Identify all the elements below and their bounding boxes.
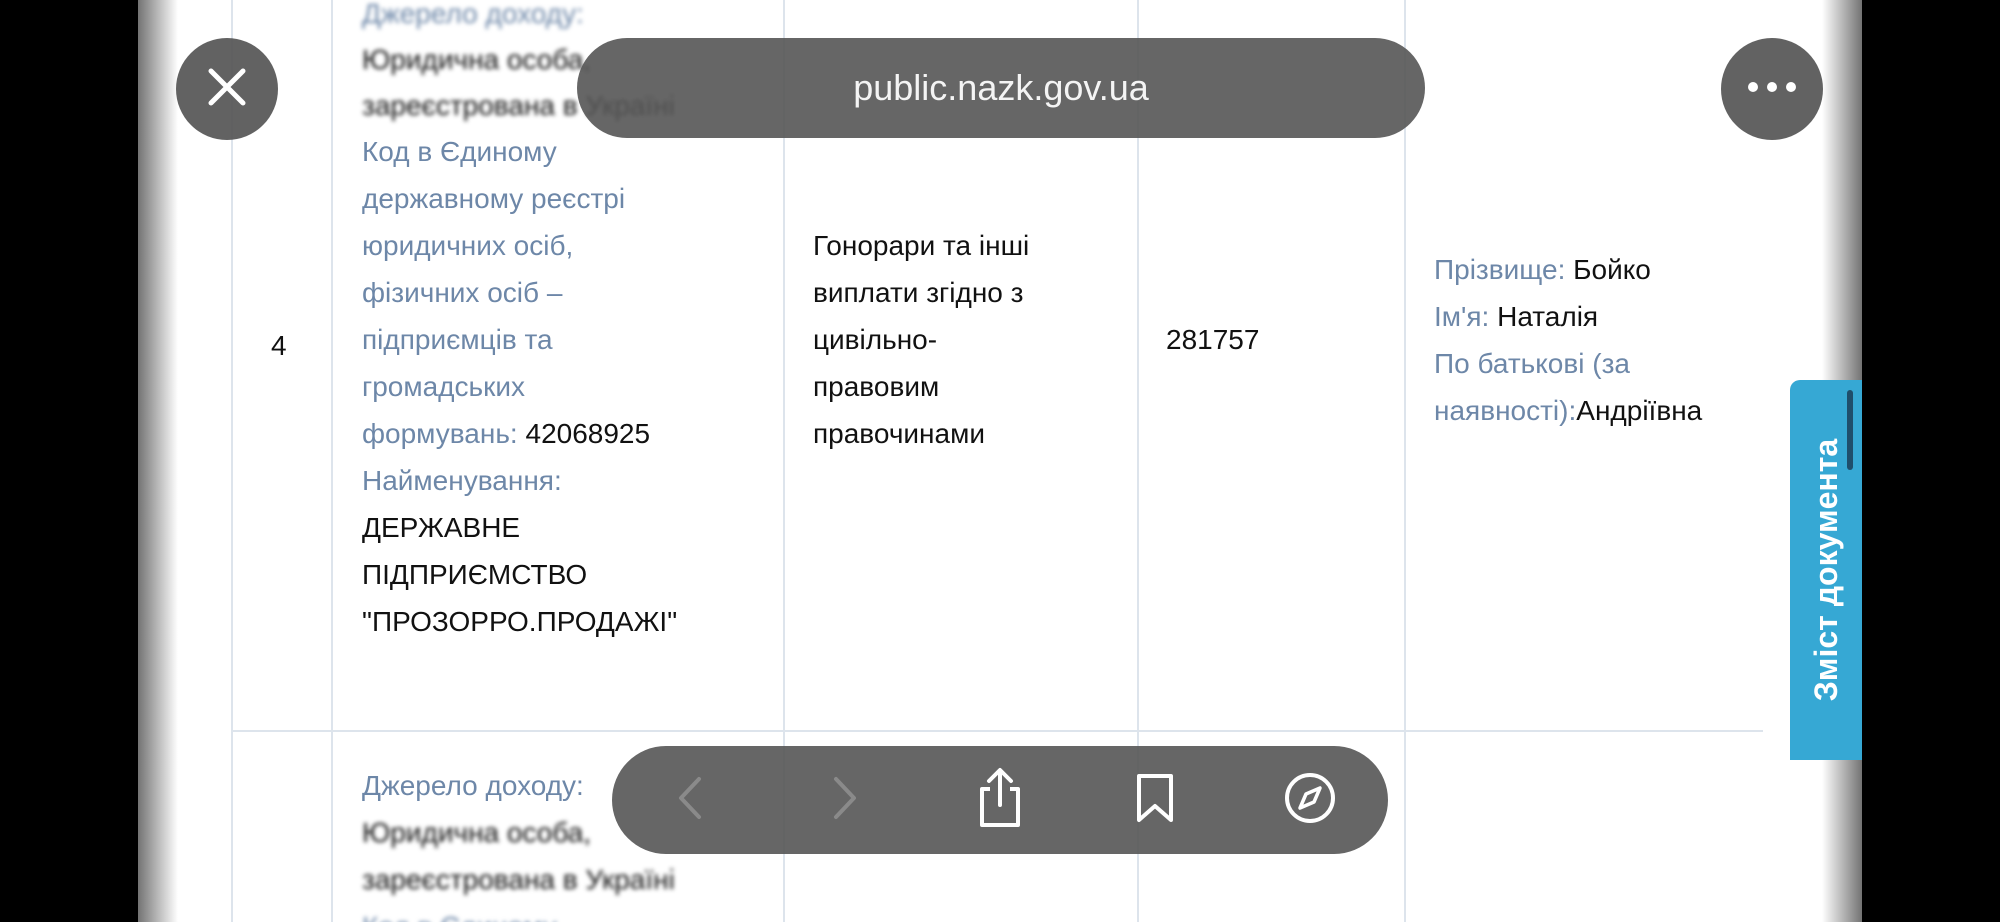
patronymic-line: наявності):Андріївна (1434, 387, 1702, 434)
row-number: 4 (271, 330, 287, 361)
forward-button[interactable] (810, 765, 880, 835)
code-label-line: Код в Єдиному (362, 136, 557, 167)
income-type-line: виплати згідно з (813, 277, 1024, 308)
patronymic-label-end: наявності): (1434, 395, 1577, 426)
bottom-toolbar (612, 746, 1388, 854)
code-label-line: фізичних осіб – (362, 277, 563, 308)
code-label-line: громадських (362, 371, 525, 402)
page-edge-shadow (138, 0, 178, 922)
bookmark-icon (1133, 772, 1177, 829)
patronymic-value: Андріївна (1576, 395, 1703, 426)
first-name-line: Ім'я: Наталія (1434, 293, 1598, 340)
prev-entity-type: Юридична особа, (362, 44, 592, 75)
amount: 281757 (1166, 324, 1260, 355)
income-type-line: правочинами (813, 418, 985, 449)
close-button[interactable] (176, 38, 278, 140)
name-label: Найменування: (362, 465, 562, 496)
share-icon (974, 767, 1026, 834)
table-divider (331, 0, 333, 922)
more-button[interactable] (1721, 38, 1823, 140)
safari-button[interactable] (1275, 765, 1345, 835)
income-type-line: правовим (813, 371, 940, 402)
code-line: формувань: 42068925 (362, 410, 650, 457)
table-divider (1404, 0, 1406, 922)
next-entity-type: Юридична особа, (362, 817, 592, 848)
income-type-line: Гонорари та інші (813, 230, 1030, 261)
row-divider (233, 730, 1763, 732)
surname-label: Прізвище: (1434, 254, 1566, 285)
next-code-label: Код в Єдиному (362, 903, 557, 922)
close-icon (205, 65, 249, 114)
first-name-value: Наталія (1497, 301, 1599, 332)
code-label-line: підприємців та (362, 324, 553, 355)
code-value: 42068925 (525, 418, 651, 449)
prev-source-label: Джерело доходу: (362, 0, 584, 29)
name-line: ДЕРЖАВНЕ (362, 512, 521, 543)
surname-line: Прізвище: Бойко (1434, 246, 1651, 293)
name-line: ПІДПРИЄМСТВО (362, 559, 588, 590)
code-label: формувань: (362, 418, 518, 449)
bookmarks-button[interactable] (1120, 765, 1190, 835)
back-button[interactable] (655, 765, 725, 835)
more-icon (1747, 80, 1797, 98)
url-bar[interactable]: public.nazk.gov.ua (577, 38, 1425, 138)
next-registered: зареєстрована в Україні (362, 864, 675, 895)
code-label-line: державному реєстрі (362, 183, 626, 214)
chevron-left-icon (675, 775, 705, 826)
code-label-line: юридичних осіб, (362, 230, 574, 261)
share-button[interactable] (965, 765, 1035, 835)
first-name-label: Ім'я: (1434, 301, 1490, 332)
surname-value: Бойко (1573, 254, 1651, 285)
compass-icon (1283, 771, 1337, 830)
income-type-line: цивільно- (813, 324, 938, 355)
name-line: "ПРОЗОРРО.ПРОДАЖІ" (362, 606, 678, 637)
scrollbar[interactable] (1847, 390, 1853, 470)
url-text: public.nazk.gov.ua (853, 67, 1149, 108)
chevron-right-icon (830, 775, 860, 826)
next-source-label: Джерело доходу: (362, 770, 584, 801)
patronymic-label: По батькові (за (1434, 348, 1630, 379)
